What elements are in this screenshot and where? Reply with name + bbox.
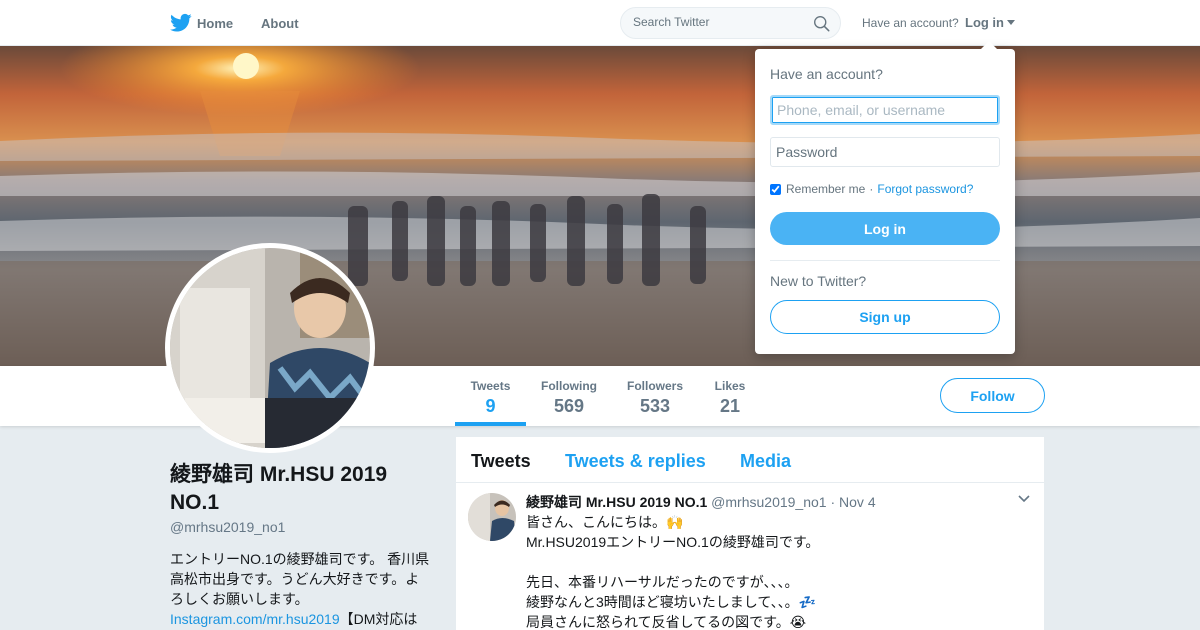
remember-row: Remember me · Forgot password? [770,182,973,196]
timeline-tabs: Tweets Tweets & replies Media [456,437,1044,483]
password-input[interactable] [770,137,1000,167]
tweet-header: 綾野雄司 Mr.HSU 2019 NO.1 @mrhsu2019_no1 · N… [526,492,876,512]
have-account-text: Have an account? [862,16,959,30]
tweet-line: 綾野なんと3時間ほど寝坊いたしまして、、。💤 [526,594,817,610]
stat-likes-label: Likes [714,379,746,393]
forgot-password-link[interactable]: Forgot password? [877,182,973,196]
search-icon[interactable] [813,15,830,32]
stat-followers[interactable]: Followers 533 [624,366,686,426]
tweet-date[interactable]: Nov 4 [839,494,876,510]
login-button[interactable]: Log in [770,212,1000,245]
stat-tweets-label: Tweets [470,379,511,393]
follow-button[interactable]: Follow [940,378,1045,413]
bio-after-text: 【DM対応は [339,611,418,627]
tweet-avatar[interactable] [468,493,516,541]
tweet-author-name[interactable]: 綾野雄司 Mr.HSU 2019 NO.1 [526,494,707,510]
bio-instagram-link[interactable]: Instagram.com/mr.hsu2019 [170,611,340,627]
stat-likes-value: 21 [719,396,741,416]
nav-about-link[interactable]: About [261,0,299,46]
stat-following-value: 569 [553,396,585,416]
tweet-avatar-photo [468,493,516,541]
profile-bio: エントリーNO.1の綾野雄司です。 香川県高松市出身です。うどん大好きです。よろ… [170,549,432,629]
tweet-author-handle[interactable]: @mrhsu2019_no1 [711,494,826,510]
tweet-line: 局員さんに怒られて反省してるの図です。😭 [526,614,807,630]
search-box [620,7,841,39]
stat-likes[interactable]: Likes 21 [711,366,749,426]
stat-following-label: Following [541,379,597,393]
stat-tweets[interactable]: Tweets 9 [455,366,526,426]
search-input[interactable] [633,15,803,29]
avatar-photo [170,248,370,448]
tweet-line: Mr.HSU2019エントリーNO.1の綾野雄司です。 [526,534,820,550]
tweet-separator: · [830,494,836,510]
tweet-text: 皆さん、こんにちは。🙌 Mr.HSU2019エントリーNO.1の綾野雄司です。 … [526,512,1026,630]
login-toggle-label: Log in [965,15,1004,30]
tweet[interactable]: 綾野雄司 Mr.HSU 2019 NO.1 @mrhsu2019_no1 · N… [456,483,1044,630]
profile-avatar[interactable] [165,243,375,453]
remember-checkbox[interactable] [770,183,781,195]
nav-home-label: Home [197,15,234,31]
profile-handle[interactable]: @mrhsu2019_no1 [170,519,285,535]
caret-down-icon [1007,20,1015,25]
top-navigation: Home About Have an account? Log in [0,0,1200,46]
dropdown-title: Have an account? [770,66,883,82]
profile-name: 綾野雄司 Mr.HSU 2019 NO.1 [170,463,388,514]
new-to-twitter-text: New to Twitter? [770,273,867,289]
tab-tweets-replies[interactable]: Tweets & replies [565,451,706,472]
login-dropdown: Have an account? Remember me · Forgot pa… [755,41,1015,354]
tab-media[interactable]: Media [740,451,791,472]
tweet-line: 皆さん、こんにちは。🙌 [526,514,684,530]
bio-text: エントリーNO.1の綾野雄司です。 香川県高松市出身です。うどん大好きです。よろ… [170,551,430,607]
nav-home-link[interactable]: Home [170,0,233,46]
stat-followers-label: Followers [626,379,683,393]
login-dropdown-toggle[interactable]: Log in [965,15,1015,30]
stat-followers-value: 533 [639,396,671,416]
divider [770,260,1000,261]
chevron-down-icon[interactable] [1018,495,1030,503]
remember-separator: · [869,182,874,196]
tweet-line [526,552,1026,572]
username-input[interactable] [770,95,1000,125]
tweet-line: 先日、本番リハーサルだったのですが、、、。 [526,574,799,590]
remember-label[interactable]: Remember me [786,182,865,196]
timeline: Tweets Tweets & replies Media 綾野雄司 Mr.HS… [456,437,1044,630]
stat-tweets-value: 9 [485,396,496,416]
signup-button[interactable]: Sign up [770,300,1000,334]
stat-following[interactable]: Following 569 [539,366,599,426]
tab-tweets[interactable]: Tweets [471,451,531,472]
